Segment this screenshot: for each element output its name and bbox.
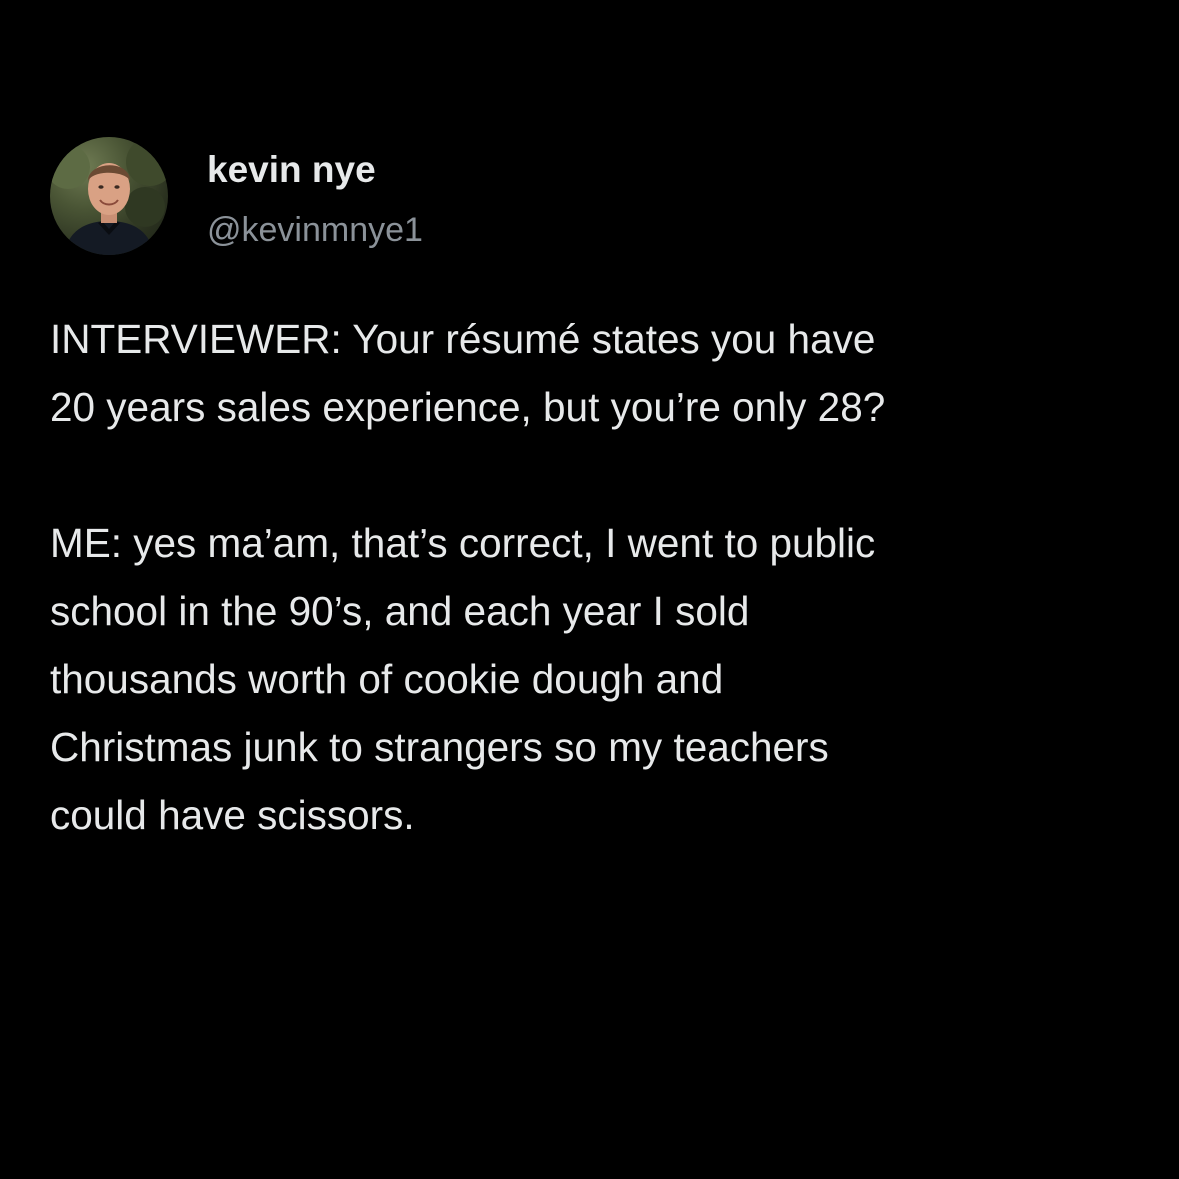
profile-photo-icon bbox=[50, 138, 168, 255]
tweet-card: kevin nye @kevinmnye1 INTERVIEWER: Your … bbox=[0, 0, 1179, 1179]
user-handle[interactable]: @kevinmnye1 bbox=[207, 210, 423, 250]
tweet-paragraph-1: INTERVIEWER: Your résumé states you have… bbox=[50, 316, 886, 430]
avatar[interactable] bbox=[50, 137, 168, 255]
tweet-paragraph-2: ME: yes ma’am, that’s correct, I went to… bbox=[50, 520, 876, 838]
display-name[interactable]: kevin nye bbox=[207, 148, 376, 192]
tweet-text: INTERVIEWER: Your résumé states you have… bbox=[50, 305, 1140, 849]
